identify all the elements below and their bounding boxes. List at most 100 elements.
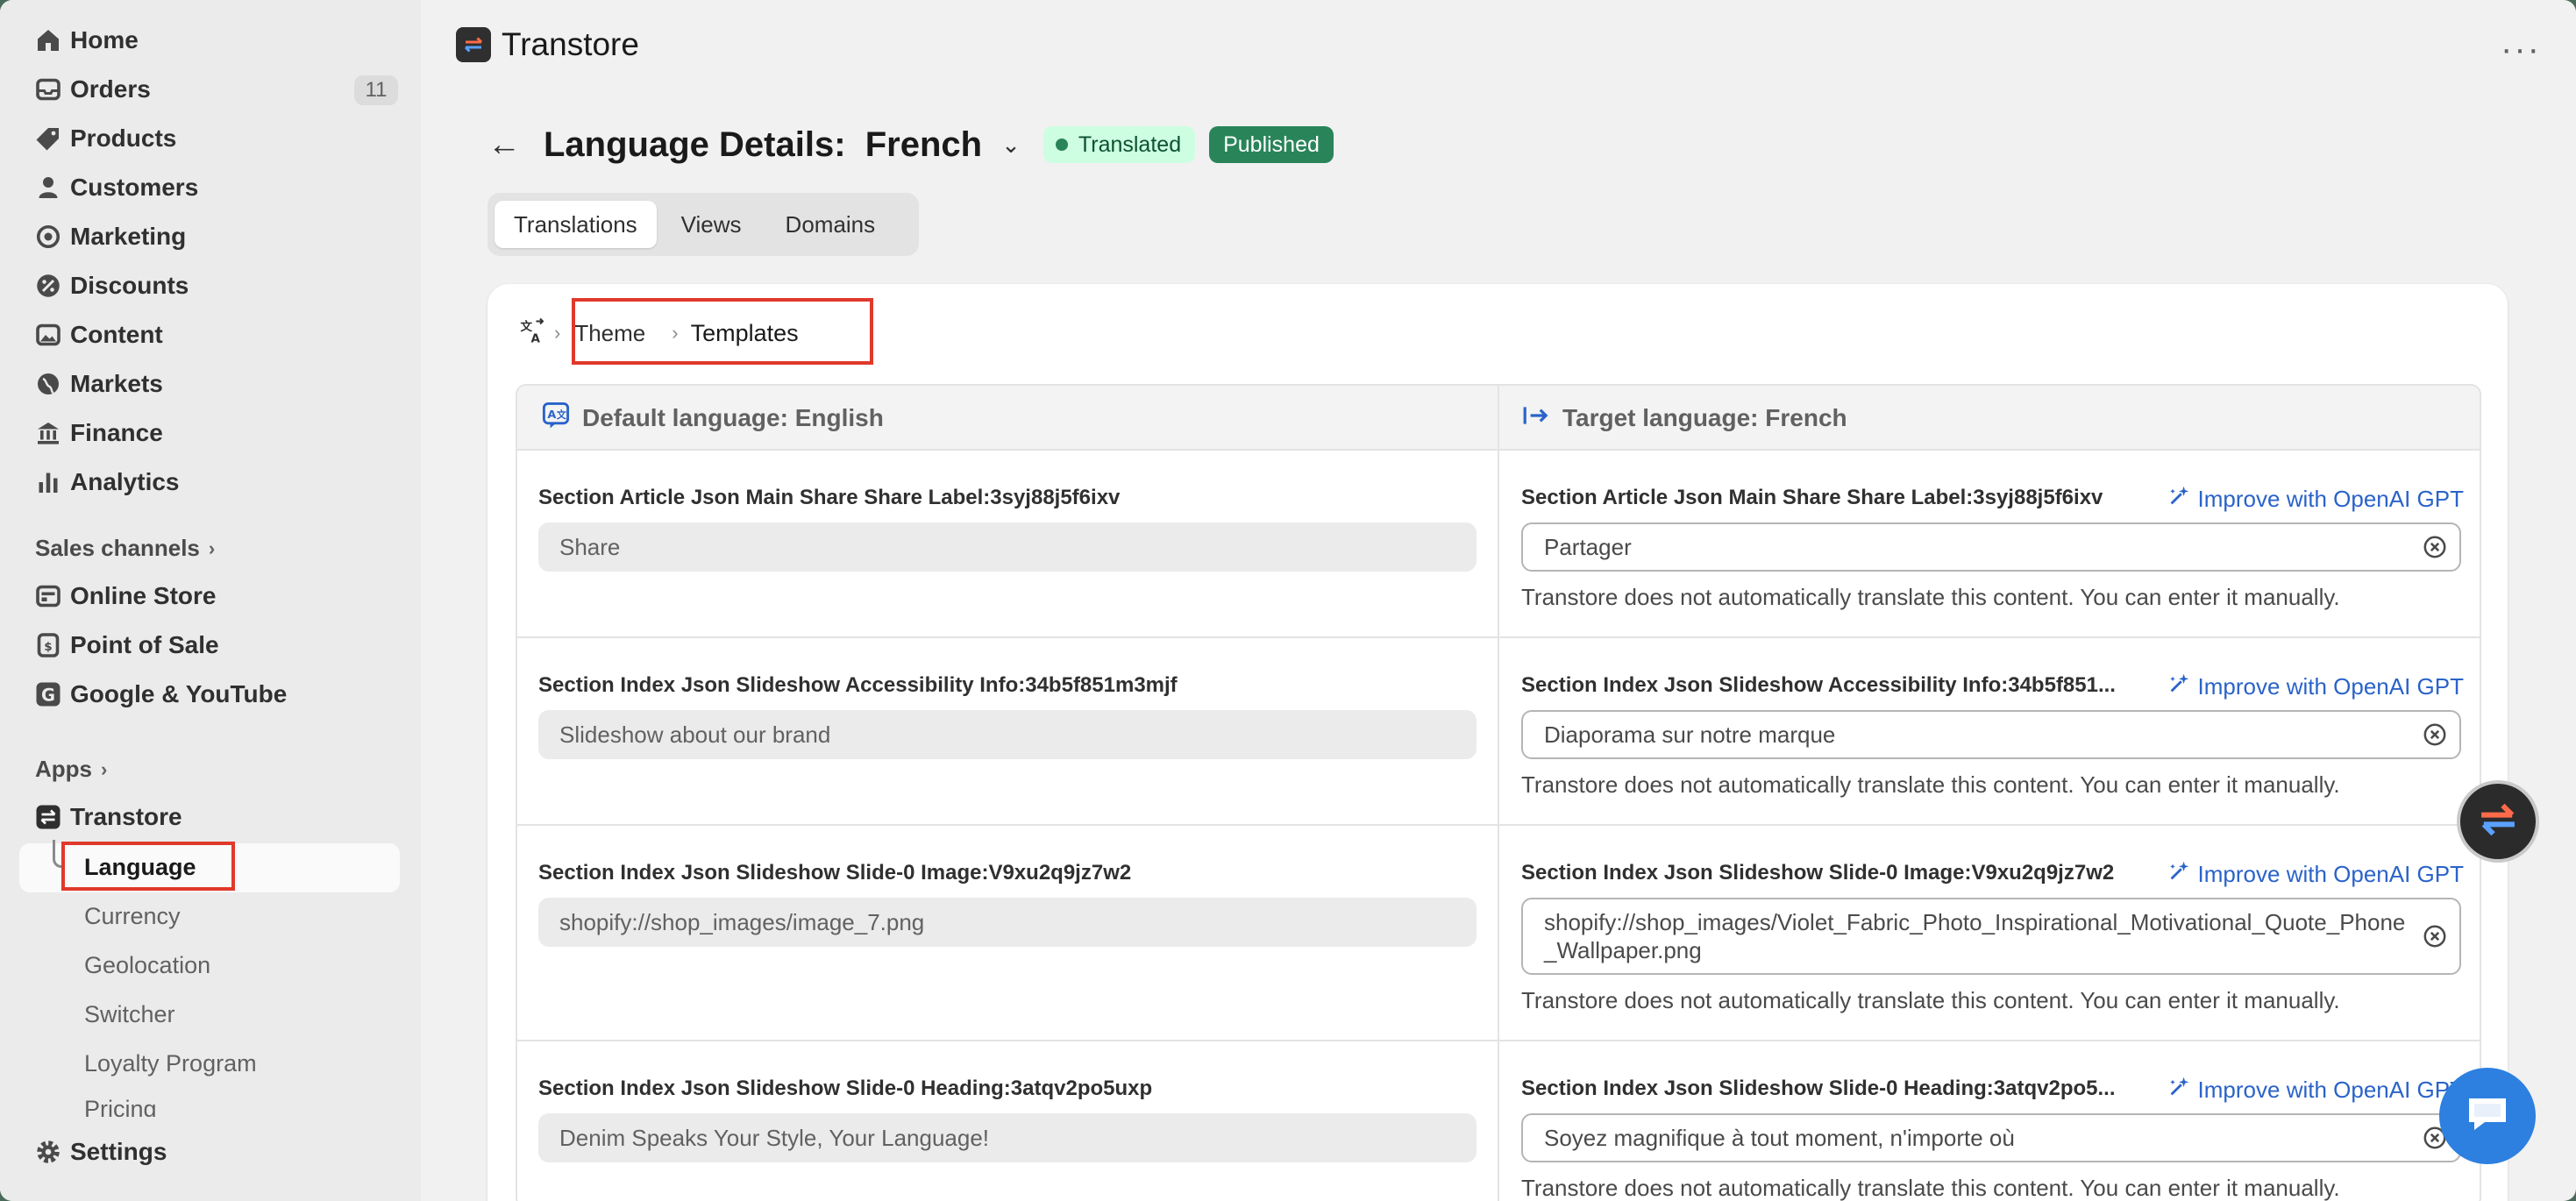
orders-count-badge: 11 xyxy=(354,75,398,105)
sidebar-item-finance[interactable]: Finance xyxy=(21,410,398,456)
sidebar-subitem-currency[interactable]: Currency xyxy=(84,894,181,938)
sidebar-item-discounts[interactable]: Discounts xyxy=(21,263,398,309)
sidebar-item-label: Discounts xyxy=(70,272,189,299)
sales-channels-header[interactable]: Sales channels › xyxy=(35,535,215,562)
sidebar-item-analytics[interactable]: Analytics xyxy=(21,459,398,505)
sidebar-item-label: Marketing xyxy=(70,223,187,250)
target-text-input[interactable]: Soyez magnifique à tout moment, n'import… xyxy=(1521,1113,2461,1162)
sidebar-item-label: Finance xyxy=(70,419,163,446)
manual-translation-note: Transtore does not automatically transla… xyxy=(1521,771,2340,798)
improve-with-openai-button[interactable]: Improve with OpenAI GPT xyxy=(2167,484,2464,515)
app-title: Transtore xyxy=(502,26,639,62)
back-arrow-icon[interactable]: ← xyxy=(487,126,521,164)
target-text-input[interactable]: Partager xyxy=(1521,522,2461,572)
sidebar-item-customers[interactable]: Customers xyxy=(21,165,398,210)
app-header: Transtore xyxy=(456,26,639,63)
table-header: A文 Default language: English Target lang… xyxy=(517,386,2480,451)
table-row: Section Index Json Slideshow Slide-0 Hea… xyxy=(517,1041,2480,1201)
sidebar-item-label: Home xyxy=(70,26,139,53)
apps-header[interactable]: Apps › xyxy=(35,756,107,783)
sidebar-item-point-of-sale[interactable]: $ Point of Sale xyxy=(21,622,398,668)
sidebar-item-home[interactable]: Home xyxy=(21,18,398,63)
arrow-to-line-icon xyxy=(1522,402,1550,436)
sidebar-item-label: Point of Sale xyxy=(70,631,219,658)
manual-translation-note: Transtore does not automatically transla… xyxy=(1521,584,2340,610)
sidebar-item-content[interactable]: Content xyxy=(21,312,398,358)
improve-with-openai-button[interactable]: Improve with OpenAI GPT xyxy=(2167,672,2464,702)
chat-support-button[interactable] xyxy=(2439,1068,2536,1164)
sidebar-item-orders[interactable]: Orders 11 xyxy=(21,67,398,112)
sidebar-item-label: Orders xyxy=(70,75,151,103)
manual-translation-note: Transtore does not automatically transla… xyxy=(1521,987,2340,1013)
sidebar-item-online-store[interactable]: Online Store xyxy=(21,573,398,619)
store-icon xyxy=(21,573,63,619)
sidebar-item-products[interactable]: Products xyxy=(21,116,398,161)
gear-icon xyxy=(21,1129,63,1175)
bank-icon xyxy=(21,410,63,456)
target-key-label: Section Index Json Slideshow Slide-0 Ima… xyxy=(1521,861,2115,885)
improve-with-openai-button[interactable]: Improve with OpenAI GPT xyxy=(2167,1075,2464,1105)
target-key-label: Section Index Json Slideshow Slide-0 Hea… xyxy=(1521,1077,2116,1100)
page-title: Language Details: French xyxy=(544,124,983,164)
source-key-label: Section Article Json Main Share Share La… xyxy=(538,486,1121,509)
chart-icon xyxy=(21,459,63,505)
chevron-down-icon[interactable]: ⌄ xyxy=(1001,131,1021,159)
sidebar-item-transtore[interactable]: Transtore xyxy=(21,794,398,840)
sparkle-icon xyxy=(2167,1075,2191,1105)
google-icon: G xyxy=(21,672,63,717)
transtore-floating-button[interactable] xyxy=(2457,780,2539,863)
sidebar-item-markets[interactable]: Markets xyxy=(21,361,398,407)
clear-circle-icon[interactable] xyxy=(2423,722,2447,747)
sidebar-subitem-loyalty-program[interactable]: Loyalty Program xyxy=(84,1041,257,1085)
clear-circle-icon[interactable] xyxy=(2423,535,2447,559)
source-text-field: Share xyxy=(538,522,1477,572)
sparkle-icon xyxy=(2167,859,2191,890)
svg-text:A: A xyxy=(531,331,541,344)
tab-domains[interactable]: Domains xyxy=(766,201,895,248)
target-icon xyxy=(21,214,63,259)
target-key-label: Section Index Json Slideshow Accessibili… xyxy=(1521,673,2116,697)
sidebar-item-label: Products xyxy=(70,124,177,152)
status-dot-icon xyxy=(1055,139,1068,151)
status-badge-translated: Translated xyxy=(1042,126,1196,163)
sidebar: Home Orders 11 Products Customers Market… xyxy=(0,0,421,1201)
chevron-right-icon: › xyxy=(208,537,216,559)
source-text-field: Slideshow about our brand xyxy=(538,710,1477,759)
sidebar-item-marketing[interactable]: Marketing xyxy=(21,214,398,259)
sidebar-subitem-switcher[interactable]: Switcher xyxy=(84,992,175,1036)
breadcrumb-separator-icon: › xyxy=(554,322,561,344)
sidebar-item-settings[interactable]: Settings xyxy=(21,1129,398,1175)
app-window: Home Orders 11 Products Customers Market… xyxy=(0,0,2576,1201)
tag-icon xyxy=(21,116,63,161)
transtore-icon xyxy=(21,794,63,840)
person-icon xyxy=(21,165,63,210)
table-row: Section Article Json Main Share Share La… xyxy=(517,451,2480,638)
sidebar-item-label: Analytics xyxy=(70,468,180,495)
target-text-input[interactable]: shopify://shop_images/Violet_Fabric_Phot… xyxy=(1521,898,2461,975)
tab-views[interactable]: Views xyxy=(662,201,761,248)
status-badge-published: Published xyxy=(1209,126,1334,163)
clear-circle-icon[interactable] xyxy=(2423,924,2447,949)
svg-text:G: G xyxy=(41,686,55,706)
translate-icon[interactable]: 文A xyxy=(519,317,545,350)
improve-with-openai-button[interactable]: Improve with OpenAI GPT xyxy=(2167,859,2464,890)
source-key-label: Section Index Json Slideshow Accessibili… xyxy=(538,673,1178,697)
pos-icon: $ xyxy=(21,622,63,668)
source-text-field: Denim Speaks Your Style, Your Language! xyxy=(538,1113,1477,1162)
tab-translations[interactable]: Translations xyxy=(495,201,657,248)
page-heading: ← Language Details: French ⌄ Translated … xyxy=(487,123,1334,167)
language-icon: A文 xyxy=(542,402,570,436)
chevron-right-icon: › xyxy=(101,757,108,780)
image-icon xyxy=(21,312,63,358)
sidebar-subitem-pricing[interactable]: Pricing xyxy=(84,1091,157,1117)
source-key-label: Section Index Json Slideshow Slide-0 Hea… xyxy=(538,1077,1153,1100)
sidebar-item-label: Markets xyxy=(70,370,163,397)
sparkle-icon xyxy=(2167,484,2191,515)
sidebar-item-google-youtube[interactable]: G Google & YouTube xyxy=(21,672,398,717)
more-actions-icon[interactable]: ··· xyxy=(2501,30,2541,69)
target-text-input[interactable]: Diaporama sur notre marque xyxy=(1521,710,2461,759)
chat-bubble-icon xyxy=(2461,1088,2514,1145)
table-row: Section Index Json Slideshow Accessibili… xyxy=(517,638,2480,826)
sidebar-subitem-geolocation[interactable]: Geolocation xyxy=(84,943,210,987)
highlight-box-breadcrumb xyxy=(572,298,873,365)
